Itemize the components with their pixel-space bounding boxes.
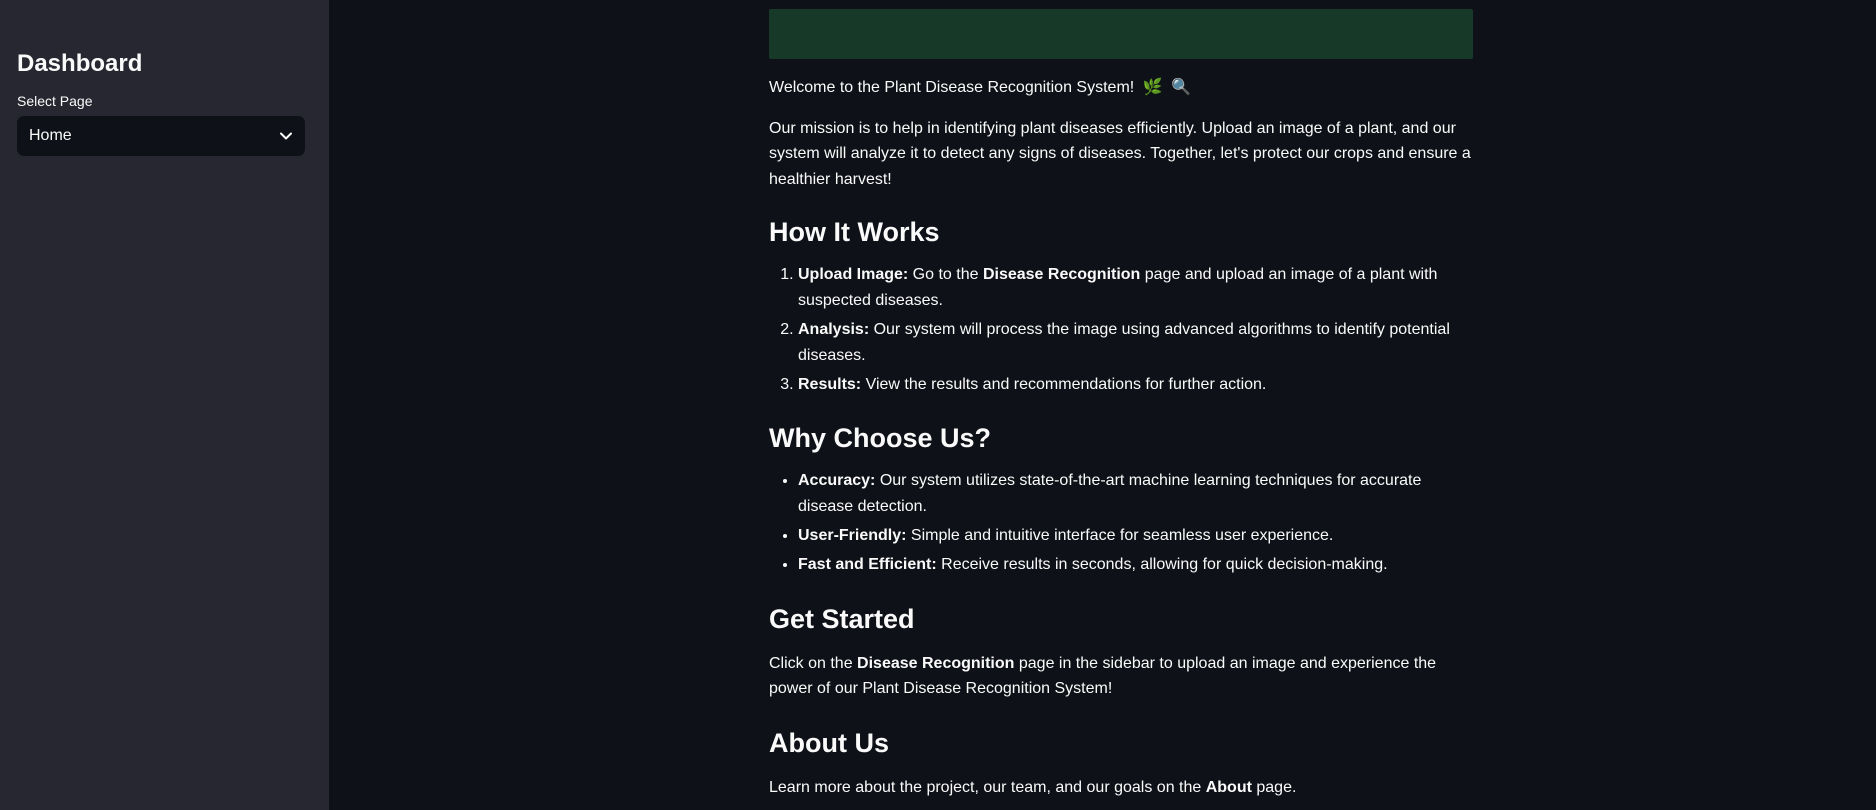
magnifier-icon: 🔍	[1171, 79, 1191, 96]
sidebar-title: Dashboard	[17, 50, 143, 77]
select-page-dropdown[interactable]: Home	[17, 116, 305, 156]
list-item: Upload Image: Go to the Disease Recognit…	[798, 262, 1473, 313]
get-started-heading: Get Started	[769, 603, 915, 634]
why-choose-us-heading: Why Choose Us?	[769, 423, 992, 454]
why-choose-us-list: Accuracy: Our system utilizes state-of-t…	[769, 468, 1473, 577]
welcome-text: Welcome to the Plant Disease Recognition…	[769, 75, 1473, 101]
content-body: Welcome to the Plant Disease Recognition…	[769, 75, 1473, 801]
how-it-works-list: Upload Image: Go to the Disease Recognit…	[769, 262, 1473, 397]
chevron-down-icon	[279, 129, 293, 143]
header-banner	[769, 9, 1473, 59]
select-page-label: Select Page	[17, 93, 93, 109]
about-us-text: Learn more about the project, our team, …	[769, 778, 1297, 796]
get-started-text: Click on the Disease Recognition page in…	[769, 654, 1437, 698]
welcome-message: Welcome to the Plant Disease Recognition…	[769, 79, 1135, 97]
mission-text: Our mission is to help in identifying pl…	[769, 119, 1471, 188]
list-item: Fast and Efficient: Receive results in s…	[798, 552, 1473, 578]
how-it-works-heading: How It Works	[769, 217, 940, 248]
herb-icon: 🌿	[1142, 79, 1163, 96]
list-item: Accuracy: Our system utilizes state-of-t…	[798, 468, 1473, 519]
list-item: User-Friendly: Simple and intuitive inte…	[798, 523, 1473, 549]
list-item: Analysis: Our system will process the im…	[798, 317, 1473, 368]
select-page-value: Home	[29, 127, 72, 144]
about-us-heading: About Us	[769, 727, 889, 758]
list-item: Results: View the results and recommenda…	[798, 372, 1473, 398]
sidebar: Dashboard Select Page Home	[0, 0, 329, 810]
